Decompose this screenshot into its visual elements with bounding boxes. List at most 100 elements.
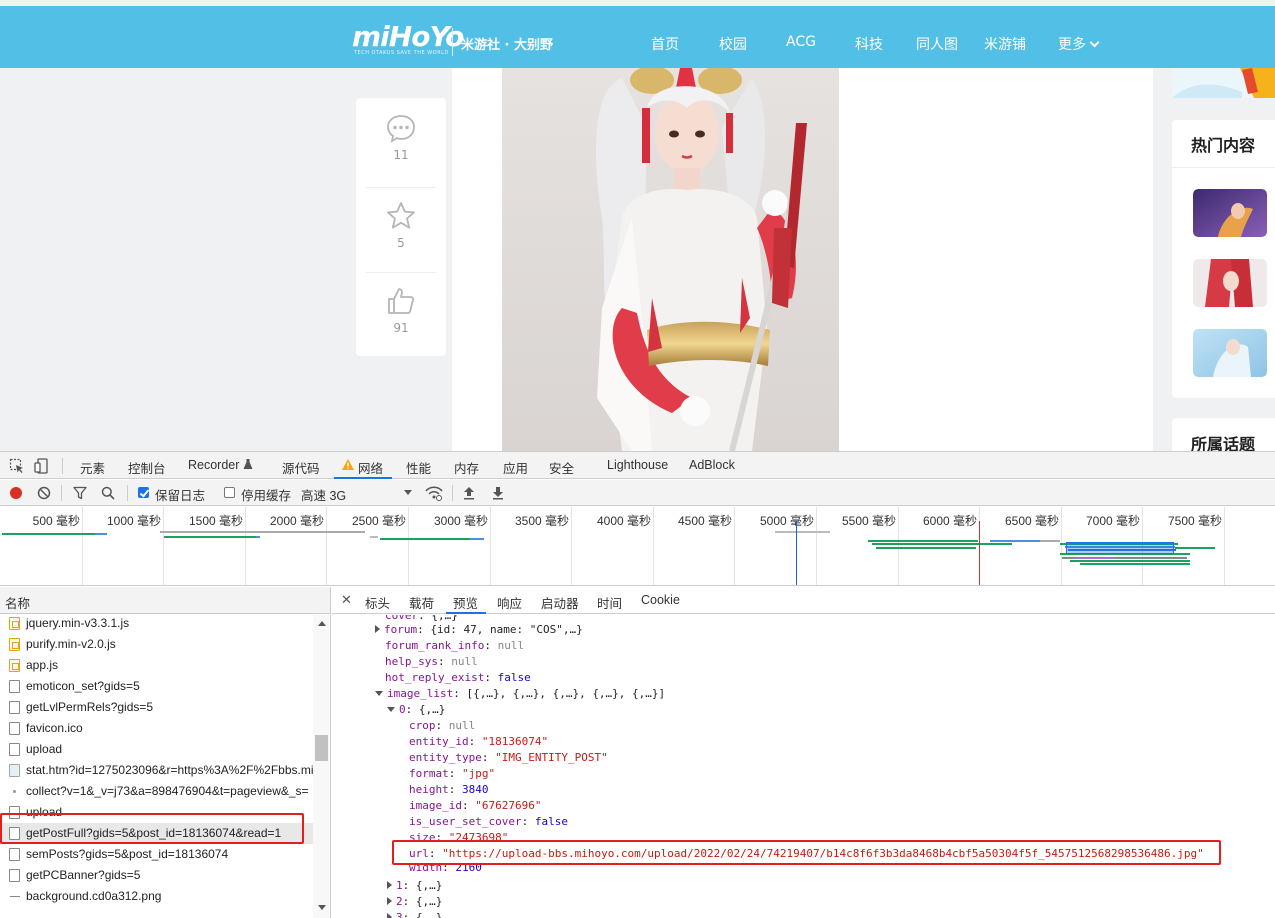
nav-more[interactable]: 更多: [1058, 34, 1100, 54]
nav-fanart[interactable]: 同人图: [916, 34, 958, 54]
scroll-down-arrow-icon[interactable]: [318, 905, 326, 910]
request-name: stat.htm?id=1275023096&r=https%3A%2F%2Fb…: [26, 763, 313, 777]
tab-adblock[interactable]: AdBlock: [689, 458, 735, 472]
request-list-scrollbar[interactable]: [313, 615, 330, 918]
export-har-icon[interactable]: [492, 486, 504, 500]
hot-thumbnail-1[interactable]: [1193, 189, 1267, 237]
hot-thumbnail-2[interactable]: [1193, 259, 1267, 307]
tab-timing[interactable]: 时间: [597, 593, 622, 612]
tab-response[interactable]: 响应: [497, 593, 522, 612]
request-row-purify[interactable]: purify.min-v2.0.js: [0, 634, 313, 655]
clear-icon[interactable]: [37, 486, 51, 500]
favorite-action[interactable]: 5: [356, 200, 446, 250]
chevron-down-icon: [1089, 37, 1100, 48]
waterfall-bar: [1080, 563, 1190, 565]
json-line-item-0[interactable]: 0: {,…}: [387, 703, 445, 716]
timeline-tick-label: 3500 毫秒: [514, 514, 569, 528]
json-value: {id: 47, name: "COS",…}: [430, 623, 583, 636]
request-row-favicon[interactable]: favicon.ico: [0, 718, 313, 739]
tab-recorder[interactable]: Recorder: [188, 458, 253, 472]
request-row-app-js[interactable]: app.js: [0, 655, 313, 676]
hot-thumbnail-3[interactable]: [1193, 329, 1267, 377]
request-row-get-lvl-perm-rels[interactable]: getLvlPermRels?gids=5: [0, 697, 313, 718]
json-value: "jpg": [462, 767, 496, 780]
side-banner[interactable]: [1172, 68, 1275, 98]
nav-home[interactable]: 首页: [651, 34, 679, 54]
waterfall-bar: [470, 538, 484, 540]
network-overview-timeline[interactable]: 500 毫秒 1000 毫秒 1500 毫秒 2000 毫秒 2500 毫秒 3000 毫…: [0, 507, 1275, 586]
network-conditions-icon[interactable]: [425, 485, 443, 501]
disable-cache-checkbox[interactable]: [224, 487, 235, 498]
site-name[interactable]: 米游社 · 大别野: [461, 34, 553, 53]
json-line-item-2[interactable]: 2: {,…}: [387, 895, 442, 908]
waterfall-bar: [872, 543, 1012, 545]
hot-content-card: 热门内容: [1172, 120, 1275, 398]
request-row-sem-posts[interactable]: semPosts?gids=5&post_id=18136074: [0, 844, 313, 865]
request-name: semPosts?gids=5&post_id=18136074: [26, 847, 229, 861]
scroll-up-arrow-icon[interactable]: [318, 621, 326, 626]
cosplay-photo[interactable]: [502, 68, 839, 451]
file-type-icon: [9, 848, 20, 861]
tab-security[interactable]: 安全: [549, 458, 574, 477]
tab-application[interactable]: 应用: [503, 458, 528, 477]
json-line-item-3[interactable]: 3: {,…}: [387, 911, 442, 918]
devtools-tab-bar: 元素 控制台 Recorder 源代码 网络 性能 内存 应用 安全 Light…: [0, 452, 1275, 479]
nav-acg[interactable]: ACG: [786, 34, 816, 50]
request-row-collect[interactable]: collect?v=1&_v=j73&a=898476904&t=pagevie…: [0, 781, 313, 802]
tab-lighthouse[interactable]: Lighthouse: [607, 458, 668, 472]
json-line-hot-reply-exist: hot_reply_exist: false: [385, 671, 531, 684]
search-icon[interactable]: [101, 486, 115, 500]
json-value: "IMG_ENTITY_POST": [495, 751, 608, 764]
json-value: false: [534, 815, 568, 828]
scrollbar-thumb[interactable]: [315, 735, 328, 761]
preserve-log-checkbox[interactable]: [138, 487, 149, 498]
inspect-element-icon[interactable]: [9, 458, 25, 474]
json-value: null: [448, 719, 476, 732]
close-icon[interactable]: ✕: [341, 592, 352, 608]
timeline-tick-label: 7000 毫秒: [1085, 514, 1140, 528]
logo-tagline: TECH OTAKUS SAVE THE WORLD: [354, 50, 449, 56]
filter-icon[interactable]: [73, 486, 87, 500]
tab-sources[interactable]: 源代码: [282, 458, 320, 477]
tab-initiator[interactable]: 启动器: [541, 593, 579, 612]
json-line-forum[interactable]: forum: {id: 47, name: "COS",…}: [375, 623, 583, 636]
device-toolbar-icon[interactable]: [34, 458, 50, 474]
mihoyo-logo[interactable]: miHoYo: [352, 20, 464, 53]
json-line-image-list[interactable]: image_list: [{,…}, {,…}, {,…}, {,…}, {,……: [375, 687, 665, 700]
file-type-icon: [9, 764, 20, 777]
import-har-icon[interactable]: [463, 486, 475, 500]
nav-tech[interactable]: 科技: [855, 34, 883, 54]
tab-cookies[interactable]: Cookie: [641, 593, 680, 607]
favorite-count: 5: [397, 236, 405, 250]
request-row-background[interactable]: background.cd0a312.png: [0, 886, 313, 907]
tab-elements[interactable]: 元素: [80, 458, 105, 477]
tab-payload[interactable]: 载荷: [409, 593, 434, 612]
divider: [452, 485, 453, 501]
tab-console[interactable]: 控制台: [128, 458, 166, 477]
request-name: upload: [26, 742, 63, 756]
request-row-emoticon-set[interactable]: emoticon_set?gids=5: [0, 676, 313, 697]
nav-shop[interactable]: 米游铺: [984, 34, 1026, 54]
request-row-upload[interactable]: upload: [0, 739, 313, 760]
json-line-item-1[interactable]: 1: {,…}: [387, 879, 442, 892]
tab-network[interactable]: 网络: [334, 452, 392, 479]
request-row-get-pc-banner[interactable]: getPCBanner?gids=5: [0, 865, 313, 886]
tab-headers[interactable]: 标头: [365, 593, 390, 612]
timeline-tick-label: 7500 毫秒: [1167, 514, 1222, 528]
record-icon[interactable]: [9, 486, 23, 500]
comment-action[interactable]: 11: [356, 112, 446, 162]
tab-memory[interactable]: 内存: [454, 458, 479, 477]
tab-preview[interactable]: 预览: [453, 593, 478, 612]
throttling-select[interactable]: 高速 3G: [301, 485, 346, 504]
request-row-stat[interactable]: stat.htm?id=1275023096&r=https%3A%2F%2Fb…: [0, 760, 313, 781]
request-name: purify.min-v2.0.js: [26, 637, 116, 651]
logo-divider: [452, 28, 453, 56]
like-action[interactable]: 91: [356, 285, 446, 335]
name-column-header[interactable]: 名称: [0, 587, 331, 614]
timeline-gridline: [326, 507, 327, 585]
topic-card: 所属话题: [1172, 418, 1275, 451]
tab-performance[interactable]: 性能: [406, 458, 431, 477]
json-preview-tree: cover: {,…} forum: {id: 47, name: "COS",…: [332, 615, 1275, 918]
request-row-jquery[interactable]: jquery.min-v3.3.1.js: [0, 615, 313, 634]
nav-campus[interactable]: 校园: [719, 34, 747, 54]
